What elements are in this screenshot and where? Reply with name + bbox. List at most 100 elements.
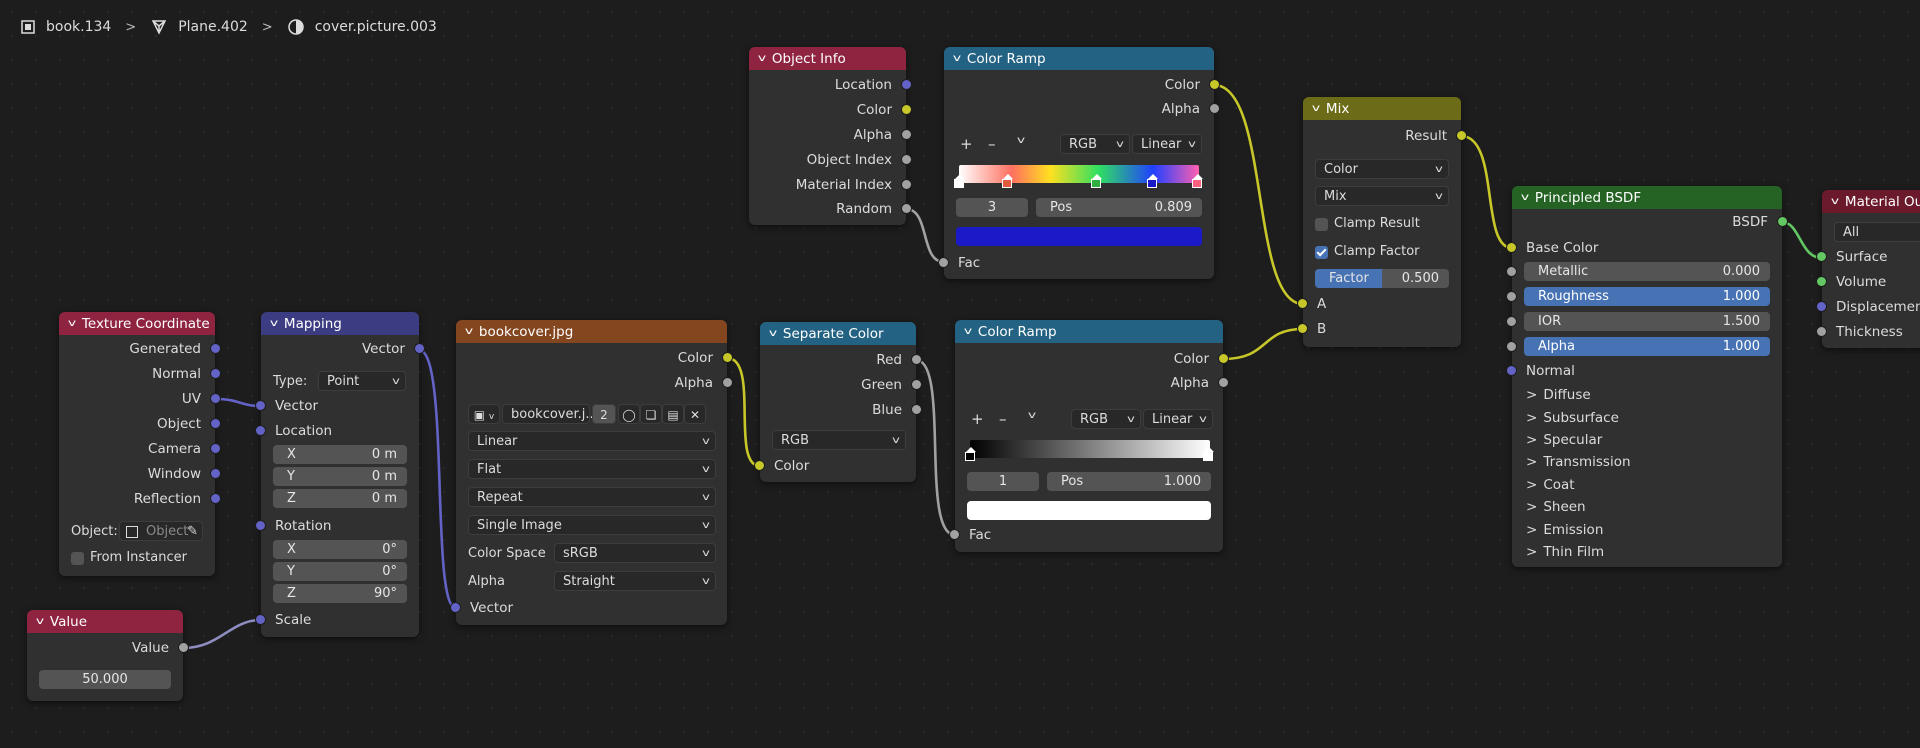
output-socket[interactable] — [211, 419, 220, 428]
node-header[interactable]: v bookcover.jpg — [456, 320, 727, 343]
chevron-down-icon[interactable]: v — [465, 326, 473, 337]
panel-subsurface[interactable]: > Subsurface — [1526, 410, 1619, 426]
output-socket[interactable] — [902, 105, 911, 114]
ramp-mode-dropdown[interactable]: RGB v — [1071, 409, 1141, 429]
output-socket[interactable] — [912, 355, 921, 364]
alpha-field[interactable]: Alpha 1.000 — [1507, 337, 1770, 356]
chevron-down-icon[interactable]: v — [953, 53, 961, 64]
stop-color-swatch[interactable] — [956, 227, 1202, 246]
input-socket[interactable] — [1817, 327, 1826, 336]
input-socket[interactable] — [950, 530, 959, 539]
output-socket[interactable] — [1210, 104, 1219, 113]
image-users-count[interactable]: 2 — [592, 404, 616, 424]
chevron-down-icon[interactable]: v — [36, 616, 44, 627]
color-ramp-gradient[interactable] — [959, 165, 1199, 183]
chevron-down-icon[interactable]: v — [1028, 410, 1036, 421]
panel-diffuse[interactable]: > Diffuse — [1526, 387, 1591, 403]
node-color-ramp-1[interactable]: v Color Ramp Color Alpha + – v RGB v Linea… — [939, 47, 1219, 279]
input-socket[interactable] — [256, 521, 265, 530]
remove-stop-icon[interactable]: – — [999, 410, 1007, 428]
location-z-field[interactable]: Z0 m — [273, 489, 407, 508]
mix-data-type-dropdown[interactable]: Color v — [1315, 159, 1449, 179]
node-separate-color[interactable]: v Separate Color Red Green Blue RGB v Colo… — [755, 322, 921, 482]
node-header[interactable]: v Separate Color — [760, 322, 916, 345]
chevron-down-icon[interactable]: v — [769, 328, 777, 339]
chevron-down-icon[interactable]: v — [1017, 135, 1025, 146]
close-icon[interactable]: ✕ — [684, 404, 706, 424]
output-socket[interactable] — [723, 353, 732, 362]
eyedropper-icon[interactable]: ✎ — [187, 522, 198, 542]
panel-thin-film[interactable]: > Thin Film — [1526, 544, 1604, 560]
stop-index-field[interactable]: 3 — [956, 198, 1028, 217]
output-socket[interactable] — [1219, 378, 1228, 387]
input-socket[interactable] — [1298, 299, 1307, 308]
node-header[interactable]: v Color Ramp — [955, 320, 1223, 343]
roughness-field[interactable]: Roughness 1.000 — [1507, 287, 1770, 306]
panel-specular[interactable]: > Specular — [1526, 432, 1602, 448]
node-object-info[interactable]: v Object Info Location Color Alpha Object… — [749, 47, 911, 225]
input-socket[interactable] — [1507, 317, 1516, 326]
node-header[interactable]: v Color Ramp — [944, 47, 1214, 70]
output-socket[interactable] — [902, 204, 911, 213]
node-image-texture[interactable]: v bookcover.jpg Color Alpha ▣ v bookcover… — [451, 320, 732, 625]
output-socket[interactable] — [902, 80, 911, 89]
factor-field[interactable]: Factor 0.500 — [1315, 269, 1449, 288]
input-socket[interactable] — [1507, 366, 1516, 375]
chevron-down-icon[interactable]: v — [1312, 103, 1320, 114]
ramp-mode-dropdown[interactable]: RGB v — [1060, 134, 1130, 154]
stop-index-field[interactable]: 1 — [967, 472, 1039, 491]
input-socket[interactable] — [1817, 252, 1826, 261]
breadcrumb-material[interactable]: cover.picture.003 — [315, 19, 437, 35]
output-socket[interactable] — [211, 494, 220, 503]
value-field[interactable]: 50.000 — [39, 670, 171, 689]
input-socket[interactable] — [1298, 324, 1307, 333]
separate-mode-dropdown[interactable]: RGB v — [772, 430, 906, 450]
ramp-stop[interactable] — [1192, 174, 1203, 189]
add-stop-icon[interactable]: + — [971, 410, 984, 428]
fake-user-shield-icon[interactable]: ◯ — [618, 404, 640, 424]
chevron-down-icon[interactable]: v — [964, 326, 972, 337]
panel-transmission[interactable]: > Transmission — [1526, 454, 1631, 470]
node-mix[interactable]: v Mix Result Color v Mix v Clamp Result Cla… — [1298, 97, 1466, 347]
output-socket[interactable] — [211, 469, 220, 478]
rotation-z-field[interactable]: Z 90° — [273, 584, 407, 603]
input-socket[interactable] — [256, 426, 265, 435]
rotation-y-field[interactable]: Y 0° — [273, 562, 407, 581]
rotation-x-field[interactable]: X 0° — [273, 540, 407, 559]
output-socket[interactable] — [1778, 217, 1787, 226]
node-header[interactable]: v Mix — [1303, 97, 1461, 120]
chevron-down-icon[interactable]: v — [758, 53, 766, 64]
output-socket[interactable] — [902, 180, 911, 189]
ramp-stop[interactable] — [1002, 174, 1013, 189]
input-socket[interactable] — [256, 401, 265, 410]
panel-sheen[interactable]: > Sheen — [1526, 499, 1586, 515]
interpolation-dropdown[interactable]: Linear v — [468, 431, 716, 451]
image-browse-button[interactable]: ▣ v — [468, 404, 500, 424]
input-socket[interactable] — [1507, 267, 1516, 276]
node-mapping[interactable]: v Mapping Vector Type: Point v Vector Loca… — [256, 312, 424, 637]
chevron-down-icon[interactable]: v — [68, 318, 76, 329]
output-socket[interactable] — [211, 394, 220, 403]
extension-dropdown[interactable]: Repeat v — [468, 487, 716, 507]
from-instancer-checkbox[interactable] — [71, 552, 84, 565]
output-socket[interactable] — [179, 643, 188, 652]
image-name-field[interactable]: bookcover.j... — [502, 404, 598, 424]
breadcrumb-mesh[interactable]: Plane.402 — [178, 19, 248, 35]
node-value[interactable]: v Value Value 50.000 — [27, 610, 188, 701]
node-header[interactable]: v Value — [27, 610, 183, 633]
add-stop-icon[interactable]: + — [960, 135, 973, 153]
alpha-mode-dropdown[interactable]: Straight v — [554, 571, 716, 591]
location-y-field[interactable]: Y0 m — [273, 467, 407, 486]
output-socket[interactable] — [723, 378, 732, 387]
output-socket[interactable] — [912, 405, 921, 414]
chevron-down-icon[interactable]: v — [1521, 192, 1529, 203]
output-socket[interactable] — [211, 344, 220, 353]
output-socket[interactable] — [912, 380, 921, 389]
output-socket[interactable] — [1210, 80, 1219, 89]
metallic-field[interactable]: Metallic 0.000 — [1507, 262, 1770, 281]
node-editor-canvas[interactable]: book.134 > Plane.402 > cover.picture.003… — [0, 0, 1920, 748]
color-space-dropdown[interactable]: sRGB v — [554, 543, 716, 563]
clamp-factor-checkbox[interactable] — [1315, 246, 1328, 259]
duplicate-icon[interactable]: ❏ — [640, 404, 662, 424]
node-principled-bsdf[interactable]: v Principled BSDF BSDF Base Color Metalli… — [1507, 186, 1787, 567]
